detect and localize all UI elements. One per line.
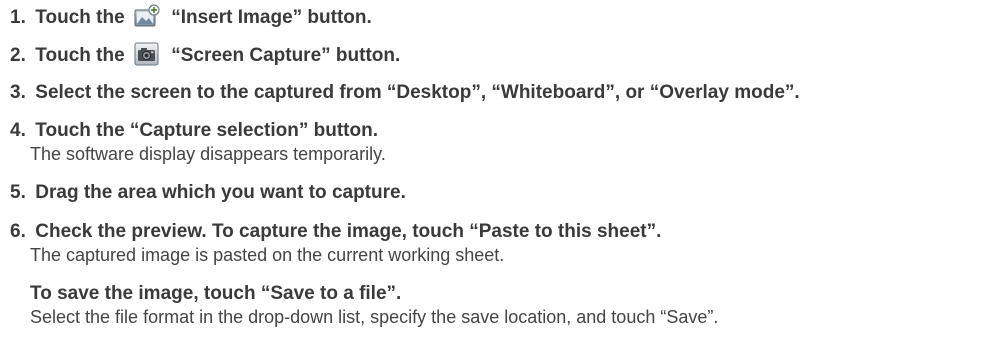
step-number: 5. — [10, 182, 26, 203]
step-5: 5. Drag the area which you want to captu… — [10, 182, 1005, 204]
step-3: 3. Select the screen to the captured fro… — [10, 82, 1005, 104]
step-text: Check the preview. To capture the image,… — [35, 221, 662, 242]
step-4: 4. Touch the “Capture selection” button. — [10, 120, 1005, 142]
step-text-prefix: Touch the — [35, 7, 125, 28]
step-1: 1. Touch the “Insert Image” button. — [10, 4, 1005, 29]
step-number: 3. — [10, 82, 26, 103]
step-6-note: The captured image is pasted on the curr… — [30, 245, 505, 265]
save-heading: To save the image, touch “Save to a file… — [30, 283, 402, 304]
step-text: Touch the “Capture selection” button. — [35, 120, 378, 141]
screen-capture-icon — [134, 42, 160, 66]
step-text-suffix: “Screen Capture” button. — [171, 45, 401, 66]
step-number: 6. — [10, 221, 26, 242]
step-text-suffix: “Insert Image” button. — [171, 7, 372, 28]
step-text-prefix: Touch the — [35, 45, 125, 66]
step-2: 2. Touch the “Screen Capture” button. — [10, 42, 1005, 67]
step-text: Drag the area which you want to capture. — [35, 182, 406, 203]
save-note: Select the file format in the drop-down … — [30, 307, 719, 327]
step-6: 6. Check the preview. To capture the ima… — [10, 221, 1005, 243]
insert-image-icon — [134, 4, 160, 28]
step-text: Select the screen to the captured from “… — [35, 82, 800, 103]
step-4-note: The software display disappears temporar… — [30, 144, 386, 164]
step-number: 4. — [10, 120, 26, 141]
step-number: 2. — [10, 45, 26, 66]
step-number: 1. — [10, 7, 26, 28]
